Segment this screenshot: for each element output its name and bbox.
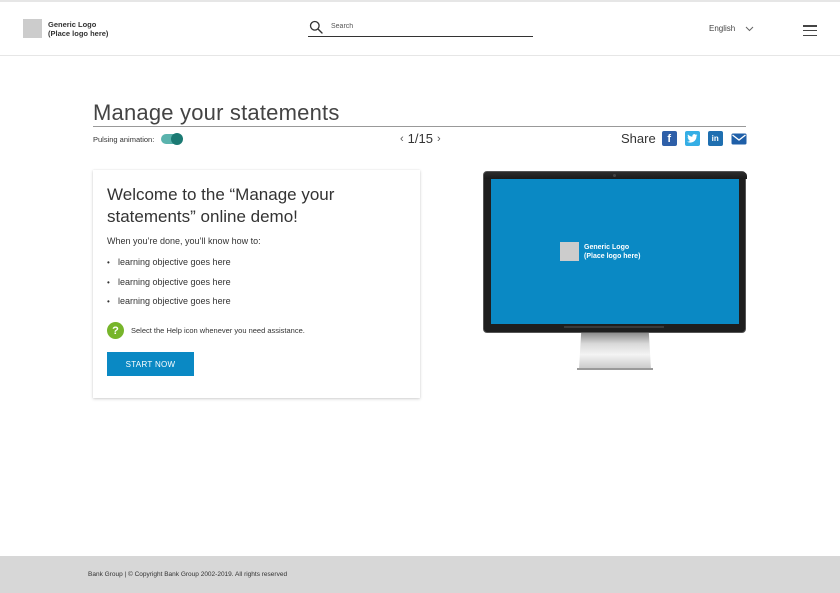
monitor-stand — [579, 333, 651, 369]
pulsing-animation-label: Pulsing animation: — [93, 134, 155, 144]
twitter-bird-glyph — [686, 134, 698, 143]
objective-text: learning objective goes here — [118, 276, 231, 287]
help-hint: ? Select the Help icon whenever you need… — [107, 322, 305, 339]
mail-icon[interactable] — [731, 131, 747, 146]
welcome-heading: Welcome to the “Manage your statements” … — [107, 185, 335, 226]
bullet-icon: • — [107, 297, 110, 306]
next-page-icon[interactable]: › — [433, 133, 445, 145]
pulsing-animation-control: Pulsing animation: — [93, 133, 184, 145]
page-indicator: 1/15 — [407, 131, 433, 146]
start-now-button[interactable]: START NOW — [107, 352, 194, 376]
logo-placeholder-image — [23, 19, 42, 38]
list-item: • learning objective goes here — [107, 296, 231, 316]
objective-text: learning objective goes here — [118, 296, 231, 306]
monitor-camera — [613, 174, 616, 177]
bullet-icon: • — [107, 258, 110, 267]
welcome-card: Welcome to the “Manage your statements” … — [93, 170, 420, 398]
page-footer: Bank Group | © Copyright Bank Group 2002… — [0, 556, 840, 593]
logo-text: Generic Logo (Place logo here) — [48, 20, 108, 38]
help-hint-text: Select the Help icon whenever you need a… — [131, 326, 305, 335]
logo-line1: Generic Logo — [48, 19, 97, 29]
hamburger-menu-icon[interactable] — [803, 25, 817, 36]
logo[interactable]: Generic Logo (Place logo here) — [23, 19, 108, 38]
monitor-chin-line — [564, 326, 664, 328]
language-selector[interactable]: English — [709, 24, 754, 33]
help-icon[interactable]: ? — [107, 322, 124, 339]
search-input[interactable] — [331, 23, 511, 30]
linkedin-icon[interactable]: in — [707, 131, 723, 146]
monitor-illustration: Generic Logo (Place logo here) — [483, 171, 747, 333]
logo-line2: (Place logo here) — [48, 28, 109, 38]
list-item: • learning objective goes here — [107, 277, 231, 297]
screen-logo-line2: (Place logo here) — [584, 252, 641, 260]
objective-text: learning objective goes here — [118, 257, 231, 267]
title-divider — [93, 126, 746, 127]
screen-logo-placeholder — [560, 242, 579, 261]
toggle-knob — [171, 133, 184, 145]
screen-logo-line1: Generic Logo — [584, 243, 630, 251]
previous-page-icon[interactable]: ‹ — [396, 133, 408, 145]
copyright-text: Bank Group | © Copyright Bank Group 2002… — [88, 571, 288, 578]
top-header: Generic Logo (Place logo here) English — [0, 0, 840, 56]
page-navigator: ‹ 1/15 › — [396, 131, 445, 146]
menu-bar-bottom — [803, 34, 817, 36]
search-bar — [308, 17, 533, 37]
page-title: Manage your statements — [93, 100, 340, 125]
envelope-glyph — [731, 133, 747, 144]
welcome-intro: When you’re done, you’ll know how to: — [107, 236, 261, 246]
screen-logo-text: Generic Logo (Place logo here) — [584, 243, 640, 261]
menu-bar-middle — [803, 29, 817, 32]
menu-bar-top — [803, 25, 817, 27]
screen-logo: Generic Logo (Place logo here) — [560, 242, 640, 261]
chevron-down-icon — [745, 26, 754, 31]
bullet-icon: • — [107, 277, 110, 287]
monitor-stand-base — [577, 368, 653, 370]
share-bar: Share f in — [621, 131, 747, 146]
share-label: Share — [621, 131, 656, 146]
learning-objectives-list: • learning objective goes here • learning … — [107, 257, 231, 316]
twitter-icon[interactable] — [684, 131, 700, 146]
list-item: • learning objective goes here — [107, 257, 231, 277]
language-label: English — [709, 24, 736, 33]
monitor-screen: Generic Logo (Place logo here) — [491, 179, 739, 324]
pulsing-animation-toggle[interactable] — [161, 133, 184, 145]
facebook-icon[interactable]: f — [661, 131, 677, 146]
search-icon[interactable] — [309, 20, 323, 34]
